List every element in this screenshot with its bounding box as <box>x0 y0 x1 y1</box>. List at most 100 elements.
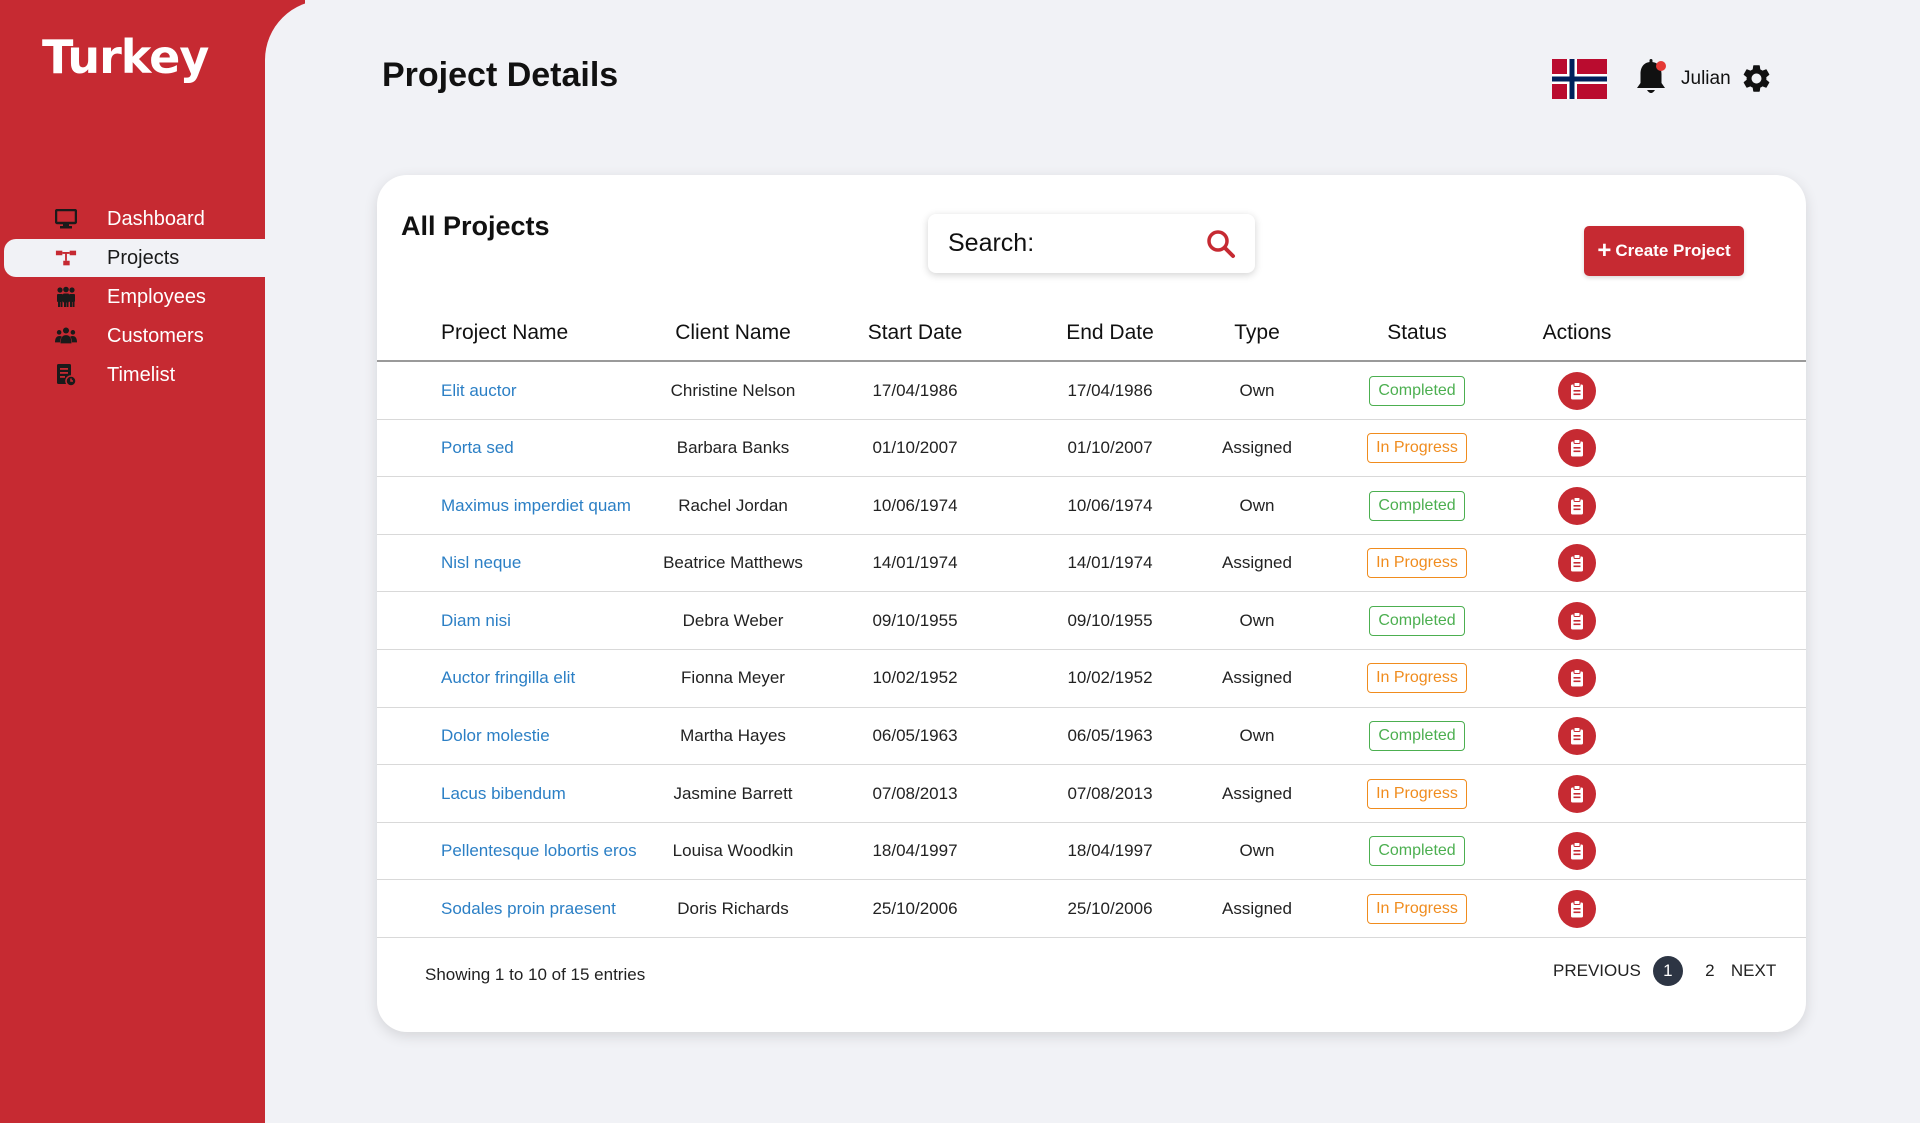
clipboard-icon <box>1571 727 1583 745</box>
actions-cell <box>1497 535 1657 592</box>
project-name-link[interactable]: Maximus imperdiet quam <box>441 477 631 534</box>
actions-cell <box>1497 592 1657 649</box>
view-project-button[interactable] <box>1558 717 1596 756</box>
end-date: 17/04/1986 <box>1067 380 1153 400</box>
project-name-link[interactable]: Porta sed <box>441 420 514 477</box>
project-name-link[interactable]: Pellentesque lobortis eros <box>441 823 637 880</box>
clipboard-icon <box>1571 381 1583 399</box>
view-project-button[interactable] <box>1558 486 1596 525</box>
employees-icon <box>55 286 77 308</box>
table-body: Elit auctor Christine Nelson 17/04/1986 … <box>377 362 1806 938</box>
end-date: 01/10/2007 <box>1067 438 1153 458</box>
gear-icon[interactable] <box>1740 62 1773 95</box>
search-box[interactable] <box>928 214 1255 273</box>
column-type[interactable]: Type <box>1177 305 1337 360</box>
project-type: Own <box>1239 841 1275 861</box>
column-client-name[interactable]: Client Name <box>617 305 849 360</box>
client-name: Rachel Jordan <box>678 495 788 515</box>
project-name-link[interactable]: Diam nisi <box>441 592 511 649</box>
table-row: Dolor molestie Martha Hayes 06/05/1963 0… <box>377 708 1806 766</box>
view-project-button[interactable] <box>1558 429 1596 468</box>
clipboard-icon <box>1571 842 1583 860</box>
actions-cell <box>1497 823 1657 880</box>
page-2-button[interactable]: 2 <box>1695 956 1725 986</box>
sidebar-item-projects[interactable]: Projects <box>4 239 265 277</box>
status-badge: Completed <box>1369 375 1465 406</box>
search-icon[interactable] <box>1205 228 1237 260</box>
table-row: Auctor fringilla elit Fionna Meyer 10/02… <box>377 650 1806 708</box>
view-project-button[interactable] <box>1558 889 1596 928</box>
project-type: Assigned <box>1222 668 1292 688</box>
page-1-button[interactable]: 1 <box>1652 956 1683 986</box>
column-start-date[interactable]: Start Date <box>834 305 996 360</box>
logo-text-right: key <box>120 30 210 84</box>
sidebar-item-label: Customers <box>107 324 204 347</box>
create-project-button[interactable]: + Create Project <box>1584 226 1744 276</box>
project-type: Assigned <box>1222 553 1292 573</box>
end-date: 14/01/1974 <box>1067 553 1153 573</box>
sidebar-item-label: Dashboard <box>107 207 205 230</box>
next-page-button[interactable]: NEXT <box>1731 961 1776 981</box>
project-name-link[interactable]: Dolor molestie <box>441 708 550 765</box>
status-badge: In Progress <box>1367 778 1467 809</box>
status-badge-cell: Completed <box>1337 592 1497 649</box>
actions-cell <box>1497 362 1657 419</box>
clipboard-icon <box>1571 899 1583 918</box>
view-project-button[interactable] <box>1558 659 1596 698</box>
status-badge: Completed <box>1369 836 1465 867</box>
column-end-date[interactable]: End Date <box>1029 305 1191 360</box>
project-type: Own <box>1239 610 1275 630</box>
project-name-link[interactable]: Lacus bibendum <box>441 765 566 822</box>
project-type: Assigned <box>1222 898 1292 918</box>
status-badge: Completed <box>1369 721 1465 752</box>
sidebar-item-dashboard[interactable]: Dashboard <box>0 200 265 238</box>
start-date: 17/04/1986 <box>872 380 958 400</box>
table-row: Maximus imperdiet quam Rachel Jordan 10/… <box>377 477 1806 535</box>
logo-text-left: Tur <box>42 30 122 84</box>
view-project-button[interactable] <box>1558 774 1596 813</box>
user-name[interactable]: Julian <box>1681 68 1731 90</box>
end-date: 07/08/2013 <box>1067 783 1153 803</box>
table-row: Porta sed Barbara Banks 01/10/2007 01/10… <box>377 420 1806 478</box>
project-type: Own <box>1239 495 1275 515</box>
start-date: 06/05/1963 <box>872 726 958 746</box>
table-row: Sodales proin praesent Doris Richards 25… <box>377 880 1806 938</box>
actions-cell <box>1497 765 1657 822</box>
plus-icon: + <box>1597 237 1612 264</box>
status-badge-cell: In Progress <box>1337 880 1497 937</box>
view-project-button[interactable] <box>1558 371 1596 410</box>
column-status[interactable]: Status <box>1337 305 1497 360</box>
project-name-link[interactable]: Sodales proin praesent <box>441 880 616 937</box>
start-date: 18/04/1997 <box>872 841 958 861</box>
sidebar-item-timelist[interactable]: Timelist <box>0 356 265 394</box>
sidebar-item-customers[interactable]: Customers <box>0 317 265 355</box>
status-badge-cell: Completed <box>1337 477 1497 534</box>
turnkey-logo[interactable]: Turkey <box>42 30 210 84</box>
project-type: Assigned <box>1222 783 1292 803</box>
client-name: Barbara Banks <box>676 438 790 458</box>
sidebar-item-label: Employees <box>107 285 206 308</box>
notification-bell-icon[interactable] <box>1634 58 1668 98</box>
column-project-name[interactable]: Project Name <box>441 305 568 360</box>
sidebar-item-employees[interactable]: Employees <box>0 278 265 316</box>
view-project-button[interactable] <box>1558 601 1596 640</box>
status-badge: In Progress <box>1367 548 1467 579</box>
clipboard-icon <box>1571 611 1583 630</box>
start-date: 25/10/2006 <box>872 898 958 918</box>
status-badge: In Progress <box>1367 433 1467 464</box>
project-type: Own <box>1239 380 1275 400</box>
end-date: 09/10/1955 <box>1067 610 1153 630</box>
project-type: Own <box>1239 726 1275 746</box>
clipboard-icon <box>1571 784 1583 803</box>
end-date: 10/02/1952 <box>1067 668 1153 688</box>
actions-cell <box>1497 420 1657 477</box>
project-name-link[interactable]: Elit auctor <box>441 362 517 419</box>
project-name-link[interactable]: Nisl neque <box>441 535 521 592</box>
norway-flag-icon[interactable] <box>1552 59 1607 99</box>
search-input[interactable] <box>948 226 1198 260</box>
view-project-button[interactable] <box>1558 832 1596 871</box>
view-project-button[interactable] <box>1558 544 1596 583</box>
project-name-link[interactable]: Auctor fringilla elit <box>441 650 575 707</box>
monitor-icon <box>55 208 77 230</box>
previous-page-button[interactable]: PREVIOUS <box>1553 961 1641 981</box>
